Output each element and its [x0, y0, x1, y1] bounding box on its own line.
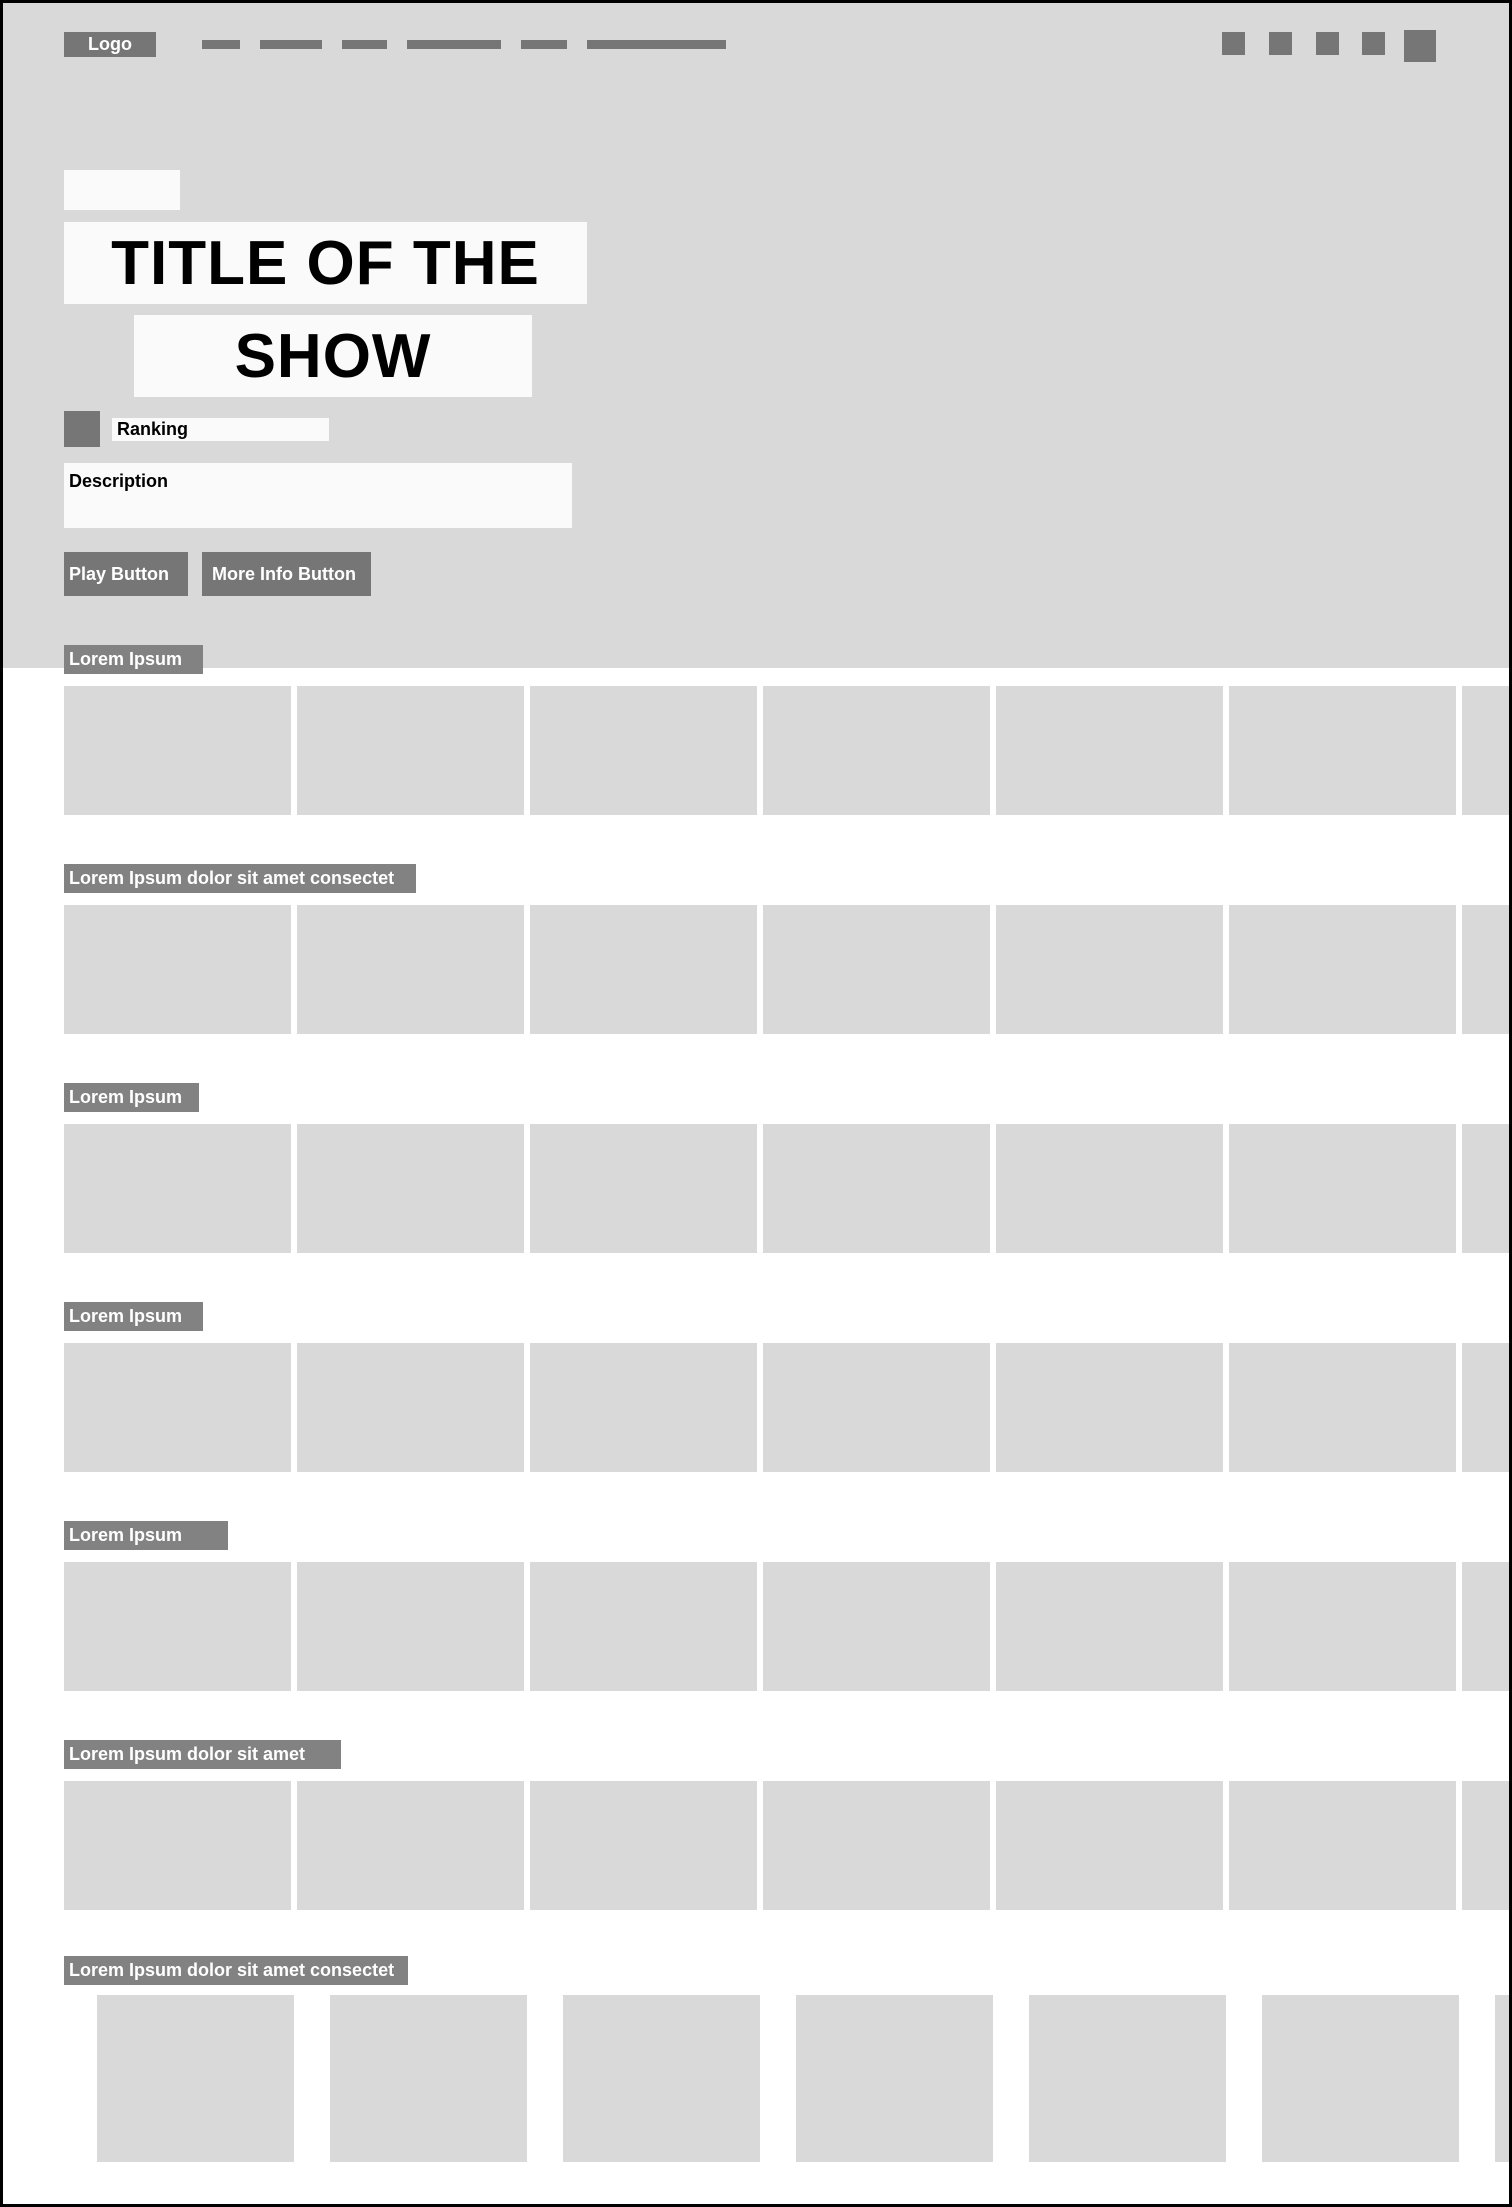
- title-card[interactable]: [1229, 1124, 1456, 1253]
- notification-icon[interactable]: [1269, 32, 1292, 55]
- title-card[interactable]: [763, 905, 990, 1034]
- title-card[interactable]: [763, 1562, 990, 1691]
- title-card[interactable]: [530, 1781, 757, 1910]
- nav-link-4[interactable]: [407, 40, 501, 49]
- title-card[interactable]: [97, 1995, 294, 2162]
- title-card[interactable]: [64, 905, 291, 1034]
- title-card[interactable]: [763, 686, 990, 815]
- row-title: Lorem Ipsum dolor sit amet consectet: [64, 1956, 408, 1985]
- profile-avatar[interactable]: [1404, 30, 1436, 62]
- title-card[interactable]: [996, 1124, 1223, 1253]
- title-card[interactable]: [530, 1562, 757, 1691]
- kids-icon[interactable]: [1362, 32, 1385, 55]
- title-card[interactable]: [1495, 1995, 1509, 2162]
- hero-tag: [64, 170, 180, 210]
- row-title: Lorem Ipsum: [64, 645, 203, 674]
- title-card[interactable]: [763, 1343, 990, 1472]
- title-card[interactable]: [530, 1124, 757, 1253]
- row-title: Lorem Ipsum: [64, 1521, 228, 1550]
- nav-link-5[interactable]: [521, 40, 567, 49]
- title-card[interactable]: [64, 1562, 291, 1691]
- title-card[interactable]: [1229, 1781, 1456, 1910]
- title-card[interactable]: [763, 1124, 990, 1253]
- title-card[interactable]: [796, 1995, 993, 2162]
- row-title: Lorem Ipsum: [64, 1083, 199, 1112]
- hero-banner: Logo TITLE OF THE SHOW Ranking Descripti…: [3, 3, 1509, 668]
- title-card[interactable]: [64, 1781, 291, 1910]
- show-title-line-2: SHOW: [134, 315, 532, 397]
- title-card[interactable]: [64, 686, 291, 815]
- ranking-icon: [64, 411, 100, 447]
- title-card[interactable]: [1262, 1995, 1459, 2162]
- title-card[interactable]: [996, 686, 1223, 815]
- title-card[interactable]: [297, 1562, 524, 1691]
- page-frame: Logo TITLE OF THE SHOW Ranking Descripti…: [0, 0, 1512, 2207]
- title-card[interactable]: [1229, 686, 1456, 815]
- ranking-label: Ranking: [112, 418, 329, 441]
- gift-icon[interactable]: [1316, 32, 1339, 55]
- title-card[interactable]: [297, 1343, 524, 1472]
- title-card[interactable]: [563, 1995, 760, 2162]
- title-card[interactable]: [1229, 1562, 1456, 1691]
- title-card[interactable]: [64, 1124, 291, 1253]
- title-card[interactable]: [996, 905, 1223, 1034]
- row-title: Lorem Ipsum dolor sit amet consectet: [64, 864, 416, 893]
- title-card[interactable]: [64, 1343, 291, 1472]
- title-card[interactable]: [1462, 1124, 1509, 1253]
- title-card[interactable]: [1462, 1562, 1509, 1691]
- title-card[interactable]: [996, 1562, 1223, 1691]
- title-card[interactable]: [1462, 905, 1509, 1034]
- title-card[interactable]: [996, 1343, 1223, 1472]
- title-card[interactable]: [763, 1781, 990, 1910]
- title-card[interactable]: [297, 1781, 524, 1910]
- nav-link-1[interactable]: [202, 40, 240, 49]
- nav-link-6[interactable]: [587, 40, 726, 49]
- row-title: Lorem Ipsum: [64, 1302, 203, 1331]
- title-card[interactable]: [530, 1343, 757, 1472]
- row-title: Lorem Ipsum dolor sit amet: [64, 1740, 341, 1769]
- title-card[interactable]: [530, 686, 757, 815]
- title-card[interactable]: [1029, 1995, 1226, 2162]
- title-card[interactable]: [1462, 1343, 1509, 1472]
- title-card[interactable]: [1229, 1343, 1456, 1472]
- nav-link-2[interactable]: [260, 40, 322, 49]
- title-card[interactable]: [530, 905, 757, 1034]
- title-card[interactable]: [1229, 905, 1456, 1034]
- show-description: Description: [64, 463, 572, 528]
- more-info-button[interactable]: More Info Button: [202, 552, 371, 596]
- title-card[interactable]: [330, 1995, 527, 2162]
- play-button[interactable]: Play Button: [64, 552, 188, 596]
- title-card[interactable]: [297, 686, 524, 815]
- nav-link-3[interactable]: [342, 40, 387, 49]
- title-card[interactable]: [996, 1781, 1223, 1910]
- title-card[interactable]: [297, 1124, 524, 1253]
- search-icon[interactable]: [1222, 32, 1245, 55]
- title-card[interactable]: [297, 905, 524, 1034]
- title-card[interactable]: [1462, 1781, 1509, 1910]
- title-card[interactable]: [1462, 686, 1509, 815]
- logo[interactable]: Logo: [64, 32, 156, 57]
- show-title-line-1: TITLE OF THE: [64, 222, 587, 304]
